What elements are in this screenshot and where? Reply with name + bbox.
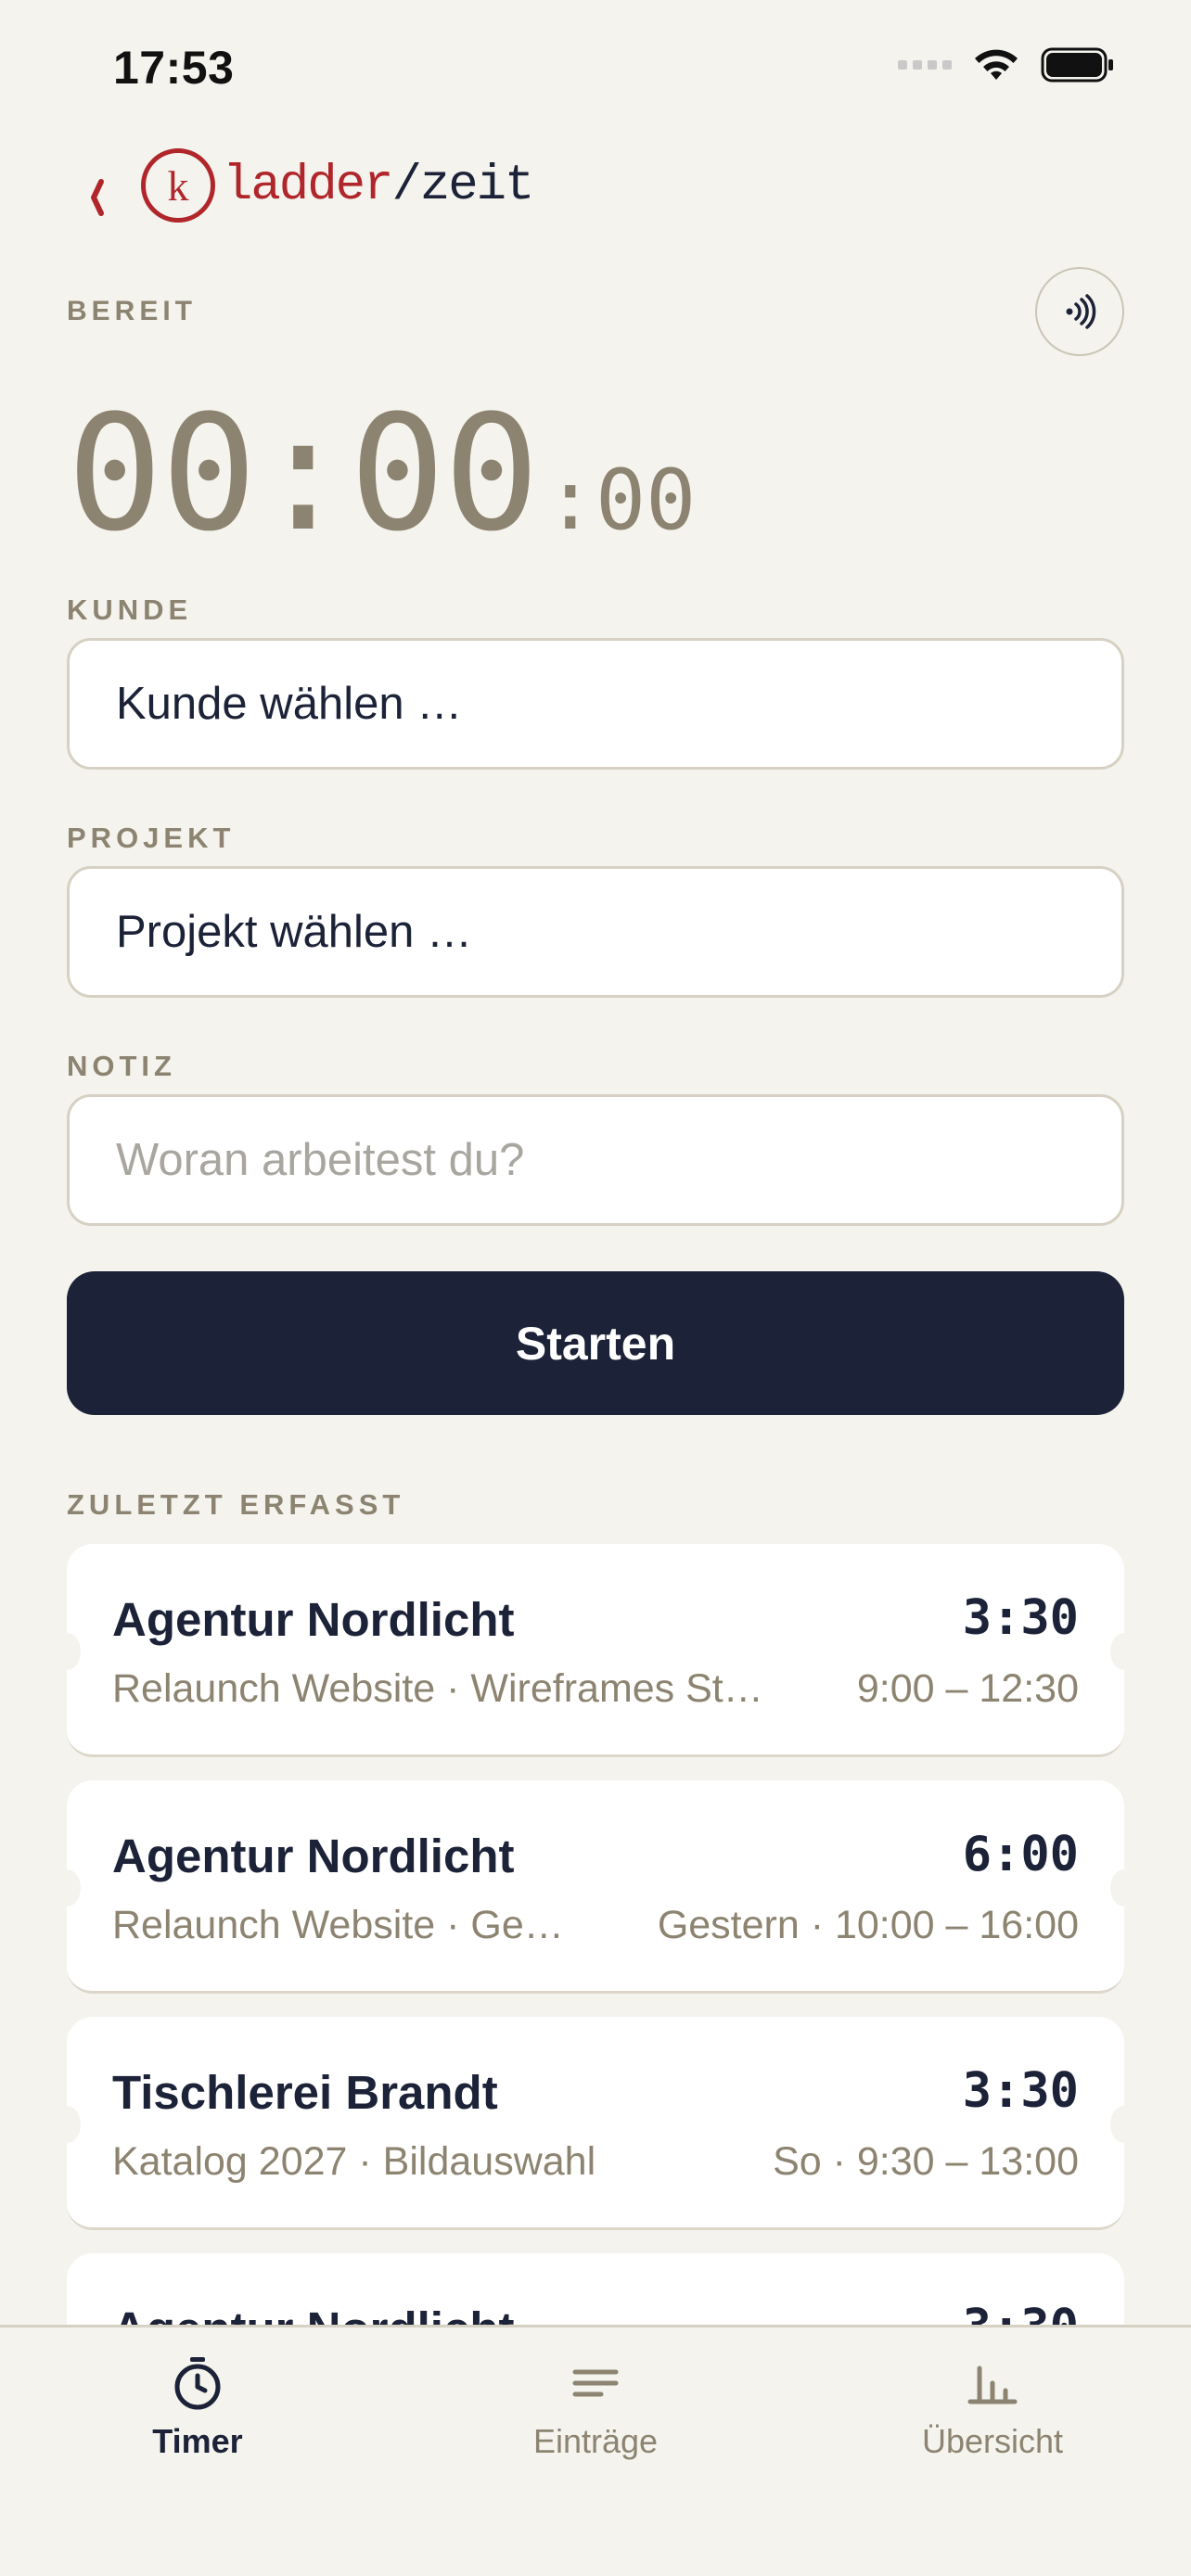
wifi-icon [975,49,1018,80]
entry-client: Agentur Nordlicht [112,1593,515,1646]
nfc-icon [1066,294,1096,329]
entry-time: So · 9:30 – 13:00 [773,2139,1079,2184]
app-logo: k ladder/zeit [141,148,534,223]
tab-overview[interactable]: Übersicht [853,2355,1132,2461]
note-input[interactable] [116,1134,1121,1186]
status-time: 17:53 [113,42,235,94]
back-chevron-icon[interactable] [88,174,125,221]
tab-timer[interactable]: Timer [58,2355,337,2461]
ticket-notch [53,1633,81,1670]
customer-select-value: Kunde wählen … [116,679,463,729]
logo-mark: k [141,148,215,223]
timer-display: 00:00 :00 [67,394,696,554]
logo-wordmark: ladder/zeit [223,157,534,214]
nfc-button[interactable] [1035,267,1124,356]
entry-time: Gestern · 10:00 – 16:00 [657,1903,1079,1947]
battery-icon [1041,47,1113,83]
entry-client: Agentur Nordlicht [112,1830,515,1882]
customer-select[interactable]: Kunde wählen … [67,638,1124,770]
tab-entries[interactable]: Einträge [456,2355,735,2461]
recent-entry[interactable]: Tischlerei Brandt 3:30 Katalog 2027 · Bi… [53,2017,1138,2230]
cellular-signal-icon [898,60,952,70]
tab-overview-label: Übersicht [921,2422,1064,2460]
start-button[interactable]: Starten [67,1271,1124,1415]
tab-bar: Timer Einträge Übersicht [0,2325,1191,2576]
customer-label: KUNDE [67,593,193,626]
recent-section-label: ZULETZT ERFASST [67,1488,405,1521]
project-select-value: Projekt wählen … [116,907,473,957]
entry-detail: Katalog 2027 · Bildauswahl [112,2139,596,2184]
project-select[interactable]: Projekt wählen … [67,866,1124,998]
entry-duration: 3:30 [962,2063,1079,2119]
timer-seconds: :00 [544,452,697,549]
ticket-notch [1110,2106,1138,2143]
status-icons [898,46,1115,83]
entry-duration: 3:30 [962,1590,1079,1646]
timer-hours-minutes: 00:00 [67,380,540,567]
tab-entries-label: Einträge [532,2422,659,2460]
timer-status: BEREIT [67,296,198,326]
list-icon [572,2369,619,2397]
project-label: PROJEKT [67,822,236,854]
entry-duration: 6:00 [962,1827,1079,1882]
bar-chart-icon [967,2366,1018,2404]
entry-detail: Relaunch Website · Ge… [112,1903,564,1947]
stopwatch-icon [174,2357,221,2410]
ticket-notch [1110,1869,1138,1906]
recent-entry[interactable]: Agentur Nordlicht 6:00 Relaunch Website … [53,1780,1138,1994]
logo-word-red: ladder [223,157,393,214]
ticket-notch [53,1869,81,1906]
ticket-notch [53,2106,81,2143]
note-label: NOTIZ [67,1050,176,1082]
logo-word-dark: /zeit [391,157,534,214]
entry-time: 9:00 – 12:30 [856,1666,1079,1711]
note-field[interactable] [67,1094,1124,1226]
tab-timer-label: Timer [152,2422,243,2460]
entry-detail: Relaunch Website · Wireframes St… [112,1666,763,1711]
ticket-notch [1110,1633,1138,1670]
entry-client: Tischlerei Brandt [112,2066,498,2119]
recent-entry[interactable]: Agentur Nordlicht 3:30 Relaunch Website … [53,1544,1138,1757]
